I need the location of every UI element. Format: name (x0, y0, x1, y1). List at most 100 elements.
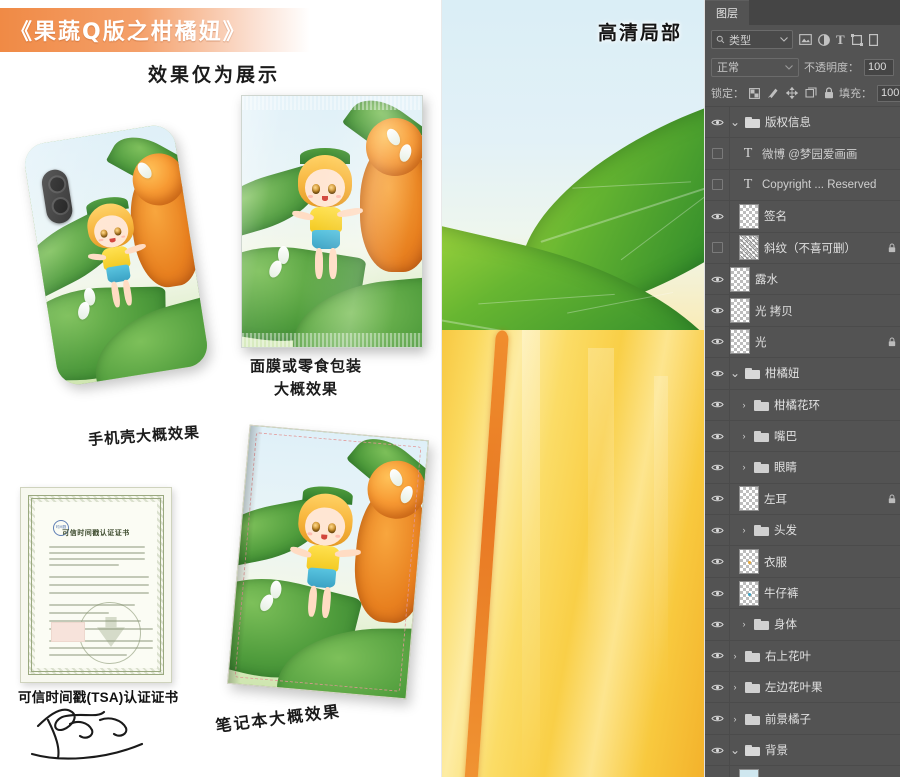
layer-row[interactable]: 光 (705, 326, 900, 359)
shape-filter-icon[interactable] (850, 33, 863, 46)
layer-filter-bar: 类型 T (705, 25, 900, 54)
layer-row[interactable]: 左耳 (705, 483, 900, 516)
chevron-right-icon[interactable]: › (739, 462, 749, 472)
layer-visibility-toggle-on[interactable] (705, 734, 730, 766)
layer-visibility-toggle-on[interactable] (705, 703, 730, 734)
chevron-right-icon[interactable]: › (730, 714, 740, 724)
layer-visibility-toggle-on[interactable] (705, 263, 730, 295)
text-filter-icon[interactable]: T (836, 33, 845, 46)
chevron-down-icon[interactable]: ⌄ (730, 366, 740, 380)
folder-icon (745, 367, 760, 380)
girl-face (305, 169, 345, 207)
layer-visibility-toggle-off[interactable] (705, 138, 730, 169)
transparent-pixels-lock-icon[interactable] (749, 87, 760, 99)
layer-visibility-toggle-on[interactable] (705, 107, 730, 138)
adjustment-filter-icon[interactable] (818, 33, 830, 46)
hd-leaf-vein (566, 291, 673, 314)
artboard-nesting-lock-icon[interactable] (805, 87, 817, 99)
hd-highlight-streak (654, 376, 668, 698)
layer-row[interactable] (705, 766, 900, 777)
layer-visibility-toggle-off[interactable] (705, 169, 730, 201)
chevron-right-icon[interactable]: › (739, 431, 749, 441)
certificate-text-line (49, 552, 145, 554)
layer-row[interactable]: › 头发 (705, 515, 900, 547)
layer-kind-filter-dropdown[interactable]: 类型 (711, 30, 793, 49)
layer-row[interactable]: 签名 (705, 201, 900, 233)
layer-row[interactable]: ⌄ 背景 (705, 734, 900, 767)
layer-row[interactable]: 斜纹（不喜可删） (705, 232, 900, 264)
layer-visibility-toggle-on[interactable] (705, 326, 730, 358)
layer-locked-icon (888, 337, 896, 347)
lock-all-icon[interactable] (824, 87, 834, 99)
layer-list[interactable]: ⌄ 版权信息 T 微博 @梦园爱画画 T Copyright ... Reserved 签名… (705, 106, 900, 777)
layer-row[interactable]: › 眼睛 (705, 452, 900, 484)
artwork-girl (275, 483, 374, 640)
layer-row[interactable]: ⌄ 版权信息 (705, 107, 900, 139)
opacity-value[interactable]: 100 (864, 58, 894, 76)
chevron-right-icon[interactable]: › (739, 400, 749, 410)
label-phone-case: 手机壳大概效果 (87, 423, 201, 449)
girl-leg-left (110, 281, 122, 308)
layer-row[interactable]: › 左边花叶果 (705, 672, 900, 704)
layer-visibility-toggle-on[interactable] (705, 546, 730, 577)
girl-cheek-right (335, 534, 341, 538)
layer-row[interactable]: 露水 (705, 263, 900, 296)
folder-icon (745, 116, 760, 129)
layer-visibility-toggle-on[interactable] (705, 201, 730, 232)
layer-visibility-toggle-on[interactable] (705, 483, 730, 515)
layer-name: 头发 (774, 525, 797, 538)
layer-name: 背景 (765, 745, 788, 757)
tab-layers[interactable]: 图层 (705, 0, 749, 25)
pixel-filter-icon[interactable] (799, 34, 812, 45)
layer-visibility-toggle-on[interactable] (705, 358, 730, 389)
chevron-right-icon[interactable]: › (739, 525, 749, 535)
fill-value[interactable]: 100 (877, 84, 900, 102)
layer-row[interactable]: › 前景橘子 (705, 703, 900, 735)
layer-visibility-toggle-on[interactable] (705, 515, 730, 546)
chevron-down-icon[interactable]: ⌄ (730, 743, 740, 757)
chevron-right-icon[interactable]: › (739, 619, 749, 629)
folder-icon (754, 524, 769, 537)
chevron-down-icon[interactable]: ⌄ (730, 115, 740, 129)
layer-row[interactable]: › 柑橘花环 (705, 389, 900, 421)
label-notebook: 笔记本大概效果 (214, 701, 342, 736)
position-lock-icon[interactable] (786, 87, 798, 99)
layer-row-body (730, 766, 900, 777)
layer-visibility-toggle-on[interactable] (705, 389, 730, 420)
layer-row[interactable]: T Copyright ... Reserved (705, 169, 900, 202)
layer-row[interactable]: 光 拷贝 (705, 295, 900, 327)
layer-visibility-toggle-on[interactable] (705, 766, 730, 777)
layer-visibility-toggle-on[interactable] (705, 577, 730, 609)
layer-visibility-toggle-on[interactable] (705, 420, 730, 452)
layer-visibility-toggle-on[interactable] (705, 672, 730, 703)
layer-row-body: 左耳 (730, 484, 900, 514)
layer-row[interactable]: › 右上花叶 (705, 640, 900, 673)
blend-mode-dropdown[interactable]: 正常 (711, 57, 799, 77)
layer-row[interactable]: 衣服 (705, 546, 900, 578)
layer-visibility-toggle-on[interactable] (705, 452, 730, 483)
folder-icon (745, 713, 760, 725)
chevron-right-icon[interactable]: › (730, 682, 740, 692)
layer-row[interactable]: › 身体 (705, 609, 900, 641)
girl-mouth (320, 534, 328, 540)
layer-row[interactable]: 牛仔裤 (705, 577, 900, 610)
layer-name: 柑橘妞 (765, 368, 800, 381)
smart-object-filter-icon[interactable] (868, 33, 878, 46)
layer-visibility-toggle-on[interactable] (705, 640, 730, 672)
layer-row[interactable]: T 微博 @梦园爱画画 (705, 138, 900, 170)
layer-locked-icon (888, 494, 896, 504)
girl-cheek-left (98, 238, 104, 242)
girl-leg-left (315, 248, 323, 279)
layer-name: 光 (755, 336, 767, 349)
search-icon (716, 35, 725, 44)
certificate-official-stamp (79, 602, 141, 664)
layer-row[interactable]: › 嘴巴 (705, 420, 900, 453)
chevron-right-icon[interactable]: › (730, 651, 740, 661)
layer-visibility-toggle-on[interactable] (705, 295, 730, 326)
layer-visibility-toggle-on[interactable] (705, 609, 730, 640)
layer-visibility-toggle-off[interactable] (705, 232, 730, 263)
girl-mouth (321, 196, 329, 201)
layer-row[interactable]: ⌄ 柑橘妞 (705, 358, 900, 390)
image-pixels-lock-icon[interactable] (767, 87, 779, 99)
layer-thumbnail (739, 235, 759, 261)
